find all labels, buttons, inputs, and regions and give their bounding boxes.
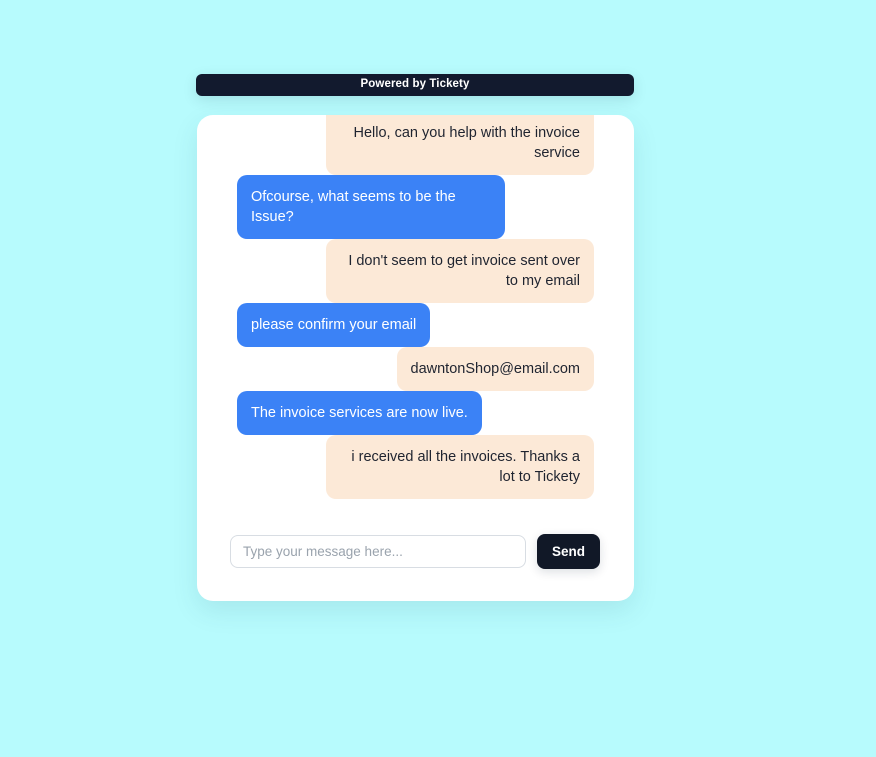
agent-message-bubble: please confirm your email xyxy=(237,303,431,347)
user-message-bubble: i received all the invoices. Thanks a lo… xyxy=(326,435,594,499)
message-composer: Send xyxy=(197,534,634,601)
agent-message-bubble: Ofcourse, what seems to be the Issue? xyxy=(237,175,505,239)
powered-by-banner: Powered by Tickety xyxy=(196,74,634,96)
message-row: Hello, can you help with the invoice ser… xyxy=(197,115,634,175)
message-input[interactable] xyxy=(230,535,526,568)
brand-label: Powered by Tickety xyxy=(360,78,470,91)
user-message-bubble: I don't seem to get invoice sent over to… xyxy=(326,239,594,303)
user-message-bubble: dawntonShop@email.com xyxy=(396,347,594,391)
send-button[interactable]: Send xyxy=(537,534,600,569)
message-row: The invoice services are now live. xyxy=(197,391,634,435)
message-row: dawntonShop@email.com xyxy=(197,347,634,391)
message-row: I don't seem to get invoice sent over to… xyxy=(197,239,634,303)
message-row: please confirm your email xyxy=(197,303,634,347)
message-row: Ofcourse, what seems to be the Issue? xyxy=(197,175,634,239)
agent-message-bubble: The invoice services are now live. xyxy=(237,391,482,435)
message-list: Hello, can you help with the invoice ser… xyxy=(197,115,634,534)
message-row: i received all the invoices. Thanks a lo… xyxy=(197,435,634,499)
chat-widget-card: Hello, can you help with the invoice ser… xyxy=(197,115,634,601)
app-root: Powered by Tickety Hello, can you help w… xyxy=(0,0,876,757)
user-message-bubble: Hello, can you help with the invoice ser… xyxy=(326,115,594,175)
